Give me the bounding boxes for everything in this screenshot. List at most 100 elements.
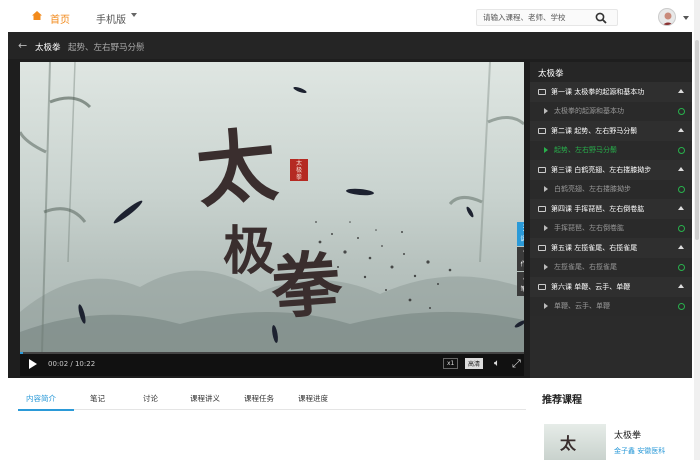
play-arrow-icon — [544, 147, 548, 154]
chevron-up-icon[interactable] — [678, 245, 684, 249]
chevron-up-icon[interactable] — [678, 206, 684, 210]
notes-button[interactable]: ✐ 笔记 — [517, 272, 524, 296]
lesson-label: 左揽雀尾、右揽雀尾 — [554, 263, 617, 272]
recommended-course-meta: 金子鑫 安徽医科 — [614, 447, 666, 455]
page-scrollbar[interactable] — [694, 0, 700, 460]
play-arrow-icon — [544, 303, 548, 310]
chapter-label: 第六课 单鞭、云手、单鞭 — [551, 282, 631, 291]
breadcrumb-course[interactable]: 太极拳 — [35, 41, 61, 53]
chapters-button[interactable]: ☰ 课节 — [517, 222, 524, 246]
seal-stamp: 太极拳 — [290, 159, 308, 181]
edit-icon: ✎ — [517, 249, 524, 259]
recommended-course-thumbnail[interactable]: 太 — [544, 424, 606, 460]
playlist-chapter[interactable]: 第二课 起势、左右野马分鬃 — [530, 121, 692, 141]
status-circle-icon — [678, 224, 685, 232]
play-icon[interactable] — [29, 359, 37, 369]
speed-button[interactable]: x1 — [443, 358, 459, 369]
tab-tasks[interactable]: 课程任务 — [244, 393, 274, 404]
playlist-lesson[interactable]: 起势、左右野马分鬃 — [530, 140, 692, 160]
status-circle-icon — [678, 107, 685, 115]
lesson-label: 起势、左右野马分鬃 — [554, 146, 617, 155]
chevron-up-icon[interactable] — [678, 128, 684, 132]
video-side-tools: ☰ 课节 1 ✎ 作业 ✐ 笔记 — [517, 222, 524, 297]
recommended-title: 推荐课程 — [542, 395, 582, 406]
player-frame: ← 太极拳 起势、左右野马分鬃 太 太 极 拳 极 拳 课 作 笔 00:02 … — [8, 32, 692, 378]
tab-intro[interactable]: 内容简介 — [26, 393, 56, 404]
status-circle-icon — [678, 146, 685, 154]
play-arrow-icon — [544, 225, 548, 232]
playlist-chapter[interactable]: 第三课 白鹤亮翅、左右搂膝拗步 — [530, 160, 692, 180]
book-icon — [538, 166, 546, 173]
play-arrow-icon — [544, 186, 548, 193]
playlist-chapter[interactable]: 第四课 手挥琵琶、左右倒卷肱 — [530, 199, 692, 219]
lesson-label: 白鹤亮翅、左右搂膝拗步 — [554, 185, 631, 194]
tab-content — [18, 411, 526, 460]
pencil-icon: ✐ — [517, 274, 524, 284]
time-display: 00:02 / 10:22 — [48, 360, 96, 368]
book-icon — [538, 88, 546, 95]
chapter-label: 第一课 太极拳的起源和基本功 — [551, 87, 645, 96]
chapter-label: 第二课 起势、左右野马分鬃 — [551, 126, 638, 135]
top-navbar: 首页 手机版 — [10, 5, 690, 29]
search-icon[interactable] — [595, 12, 607, 24]
lesson-label: 单鞭、云手、单鞭 — [554, 302, 610, 311]
volume-icon[interactable]: 🔈︎ — [494, 358, 500, 369]
video-player[interactable]: 太 太极拳 极 拳 ☰ 课节 1 ✎ 作业 ✐ 笔记 — [20, 62, 524, 352]
tab-progress[interactable]: 课程进度 — [298, 393, 328, 404]
chevron-up-icon[interactable] — [678, 284, 684, 288]
status-circle-icon — [678, 263, 685, 271]
search-input[interactable] — [483, 13, 593, 22]
chapter-label: 第四课 手挥琵琶、左右倒卷肱 — [551, 204, 645, 213]
progress-bar[interactable] — [20, 352, 524, 354]
playlist-lesson[interactable]: 手挥琵琶、左右倒卷肱 — [530, 218, 692, 238]
book-icon — [538, 283, 546, 290]
nav-home-link[interactable]: 首页 — [50, 11, 70, 26]
playlist-lesson[interactable]: 左揽雀尾、右揽雀尾 — [530, 257, 692, 277]
tab-notes[interactable]: 笔记 — [90, 393, 105, 404]
tab-discussion[interactable]: 讨论 — [143, 393, 158, 404]
playlist-lesson[interactable]: 单鞭、云手、单鞭 — [530, 296, 692, 316]
content-tabs: 内容简介 笔记 讨论 课程讲义 课程任务 课程进度 — [18, 384, 526, 411]
chevron-up-icon[interactable] — [678, 167, 684, 171]
tab-handouts[interactable]: 课程讲义 — [190, 393, 220, 404]
progress-fill — [20, 352, 24, 354]
playlist-chapter[interactable]: 第一课 太极拳的起源和基本功 — [530, 82, 692, 102]
scrollbar-thumb[interactable] — [695, 40, 699, 240]
recommended-course-name[interactable]: 太极拳 — [614, 428, 641, 441]
playlist-chapter[interactable]: 第六课 单鞭、云手、单鞭 — [530, 277, 692, 297]
playlist-chapter[interactable]: 第五课 左揽雀尾、右揽雀尾 — [530, 238, 692, 258]
playlist-lesson[interactable]: 太极拳的起源和基本功 — [530, 101, 692, 121]
lesson-label: 太极拳的起源和基本功 — [554, 107, 624, 116]
avatar[interactable] — [658, 8, 676, 26]
fullscreen-icon[interactable]: ⤢ — [512, 357, 521, 371]
playlist-lesson[interactable]: 白鹤亮翅、左右搂膝拗步 — [530, 179, 692, 199]
video-title-char: 极 — [223, 221, 276, 282]
back-arrow-icon[interactable]: ← — [18, 39, 27, 52]
search-box — [476, 9, 618, 26]
lesson-label: 手挥琵琶、左右倒卷肱 — [554, 224, 624, 233]
homework-button[interactable]: 1 ✎ 作业 — [517, 247, 524, 271]
breadcrumb: ← 太极拳 起势、左右野马分鬃 — [8, 32, 692, 59]
book-icon — [538, 127, 546, 134]
chapter-label: 第五课 左揽雀尾、右揽雀尾 — [551, 243, 638, 252]
user-icon — [662, 12, 674, 25]
book-icon — [538, 205, 546, 212]
chapter-label: 第三课 白鹤亮翅、左右搂膝拗步 — [551, 165, 652, 174]
play-arrow-icon — [544, 264, 548, 271]
home-icon — [32, 11, 42, 20]
status-circle-icon — [678, 185, 685, 193]
quality-button[interactable]: 高清 — [465, 358, 484, 369]
chevron-down-icon[interactable] — [683, 16, 689, 20]
list-icon: ☰ — [517, 224, 524, 234]
status-circle-icon — [678, 302, 685, 310]
course-playlist: 太极拳 第一课 太极拳的起源和基本功 太极拳的起源和基本功第二课 起势、左右野马分… — [530, 62, 692, 378]
nav-mobile-link[interactable]: 手机版 — [96, 11, 126, 26]
video-title-char: 拳 — [268, 241, 345, 330]
book-icon — [538, 244, 546, 251]
video-controls: 00:02 / 10:22 x1 高清 🔈︎ ⤢ — [20, 352, 524, 376]
chevron-down-icon[interactable] — [131, 13, 137, 17]
recommended-courses: 推荐课程 太 太极拳 金子鑫 安徽医科 — [532, 380, 692, 460]
playlist-title: 太极拳 — [530, 62, 692, 82]
chevron-up-icon[interactable] — [678, 89, 684, 93]
video-title-char: 太 — [191, 117, 282, 219]
